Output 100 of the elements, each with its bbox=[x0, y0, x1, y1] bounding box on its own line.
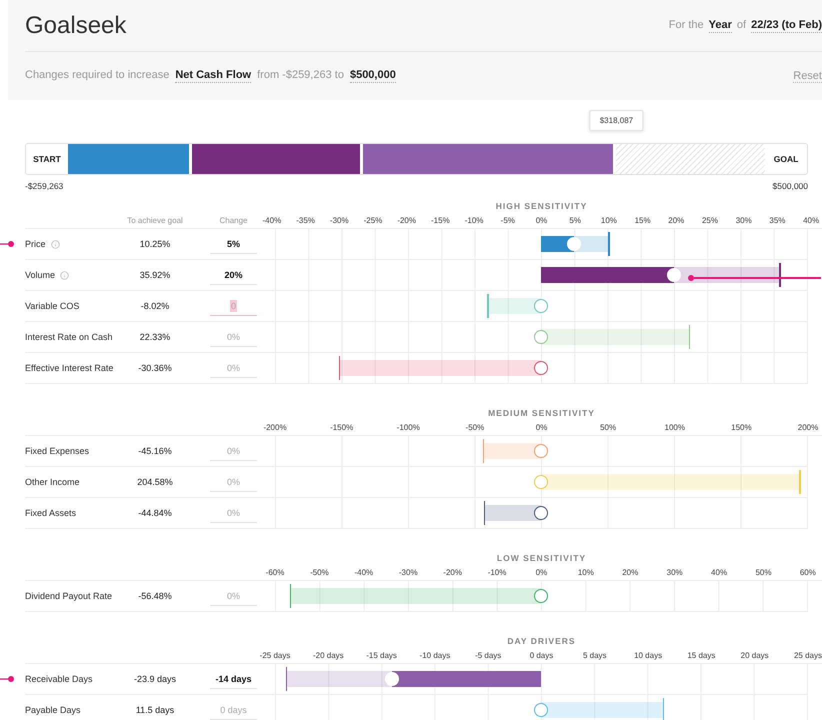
axis-tick-label: -30% bbox=[328, 216, 350, 225]
goal-range-bar bbox=[484, 442, 541, 458]
slider-handle[interactable] bbox=[534, 444, 548, 458]
axis-tick-label: 35% bbox=[768, 216, 786, 225]
axis-tick-label: -40% bbox=[262, 216, 282, 225]
axis-tick-label: 50% bbox=[599, 423, 618, 432]
axis-tick-label: -30% bbox=[398, 568, 419, 577]
axis-tick-label: 100% bbox=[664, 423, 686, 432]
axis-tick-label: 5 days bbox=[582, 651, 608, 660]
period-prefix: For the bbox=[668, 18, 704, 30]
axis-tick-label: 25% bbox=[700, 216, 719, 225]
row-label: Dividend Payout Rate bbox=[25, 591, 112, 601]
axis-tick-label: 0% bbox=[534, 423, 548, 432]
change-field[interactable]: 0 bbox=[210, 296, 257, 316]
row-label: Fixed Assets bbox=[25, 508, 76, 518]
info-icon[interactable] bbox=[50, 240, 60, 248]
axis-tick-label: 15 days bbox=[686, 651, 716, 660]
change-field[interactable]: 0% bbox=[210, 586, 257, 606]
goal-value: 22.33% bbox=[138, 332, 172, 342]
goal-value: -44.84% bbox=[137, 508, 173, 518]
change-field[interactable]: 0% bbox=[210, 504, 257, 522]
change-field[interactable]: 20% bbox=[210, 266, 257, 284]
slider-handle[interactable] bbox=[534, 588, 548, 602]
goal-value: -8.02% bbox=[140, 301, 170, 311]
period-value-dropdown[interactable]: 22/23 (to Feb) bbox=[751, 18, 822, 32]
goal-value: -45.16% bbox=[137, 446, 173, 456]
goal-value: 11.5 days bbox=[134, 705, 176, 715]
row-label: Payable Days bbox=[25, 705, 81, 715]
period-unit-dropdown[interactable]: Year bbox=[708, 18, 732, 32]
axis-tick-label: 40% bbox=[710, 568, 728, 577]
change-field[interactable]: 5% bbox=[210, 234, 257, 254]
axis-tick-label: 20% bbox=[667, 216, 686, 225]
start-value: -$259,263 bbox=[25, 181, 64, 191]
goal-value: 204.58% bbox=[136, 477, 174, 487]
goal-value: -56.48% bbox=[137, 591, 173, 601]
axis-tick-label: 15% bbox=[634, 216, 652, 225]
axis-tick-label: -25 days bbox=[258, 651, 292, 660]
axis-tick-label: -15% bbox=[430, 216, 451, 225]
section-title: LOW SENSITIVITY bbox=[496, 553, 588, 563]
page-title: Goalseek bbox=[25, 12, 126, 40]
info-icon[interactable] bbox=[60, 270, 70, 280]
section-title: HIGH SENSITIVITY bbox=[494, 201, 588, 211]
goal-value: -23.9 days bbox=[132, 674, 178, 684]
axis-tick-label: 20% bbox=[621, 568, 640, 577]
axis-tick-label: -25% bbox=[362, 216, 384, 225]
slider-handle[interactable] bbox=[534, 360, 548, 374]
change-field[interactable]: 0% bbox=[210, 328, 257, 346]
section-title: MEDIUM SENSITIVITY bbox=[487, 408, 596, 418]
axis-tick-label: 5% bbox=[568, 216, 582, 225]
axis-tick-label: -10% bbox=[486, 568, 508, 577]
metric-dropdown[interactable]: Net Cash Flow bbox=[175, 69, 252, 83]
row-label: Effective Interest Rate bbox=[25, 363, 114, 373]
axis-tick-label: -40% bbox=[353, 568, 374, 577]
row-label: Receivable Days bbox=[25, 674, 93, 684]
period-connector: of bbox=[736, 18, 746, 30]
axis-tick-label: 0% bbox=[534, 216, 548, 225]
axis-tick-label: 0 days bbox=[528, 651, 554, 660]
goal-range-bar bbox=[488, 298, 541, 314]
axis-tick-label: 30% bbox=[666, 568, 684, 577]
change-field[interactable]: 0 days bbox=[210, 700, 257, 720]
goal-value: 10.25% bbox=[138, 239, 172, 249]
change-field[interactable]: 0% bbox=[210, 358, 257, 378]
target-value-field[interactable]: $500,000 bbox=[350, 69, 396, 83]
section-title: DAY DRIVERS bbox=[506, 636, 577, 646]
axis-tick-label: -50% bbox=[464, 423, 486, 432]
axis-tick-label: -5 days bbox=[474, 651, 502, 660]
row-label: Variable COS bbox=[25, 301, 80, 311]
goal-value: 35.92% bbox=[138, 270, 172, 280]
axis-tick-label: -20% bbox=[442, 568, 463, 577]
goal-value: $500,000 bbox=[772, 181, 808, 191]
axis-tick-label: -100% bbox=[396, 423, 421, 432]
axis-tick-label: 60% bbox=[798, 568, 817, 577]
change-field[interactable]: -14 days bbox=[210, 670, 257, 688]
change-field[interactable]: 0% bbox=[210, 442, 257, 460]
slider-handle[interactable] bbox=[534, 702, 548, 716]
row-label: Fixed Expenses bbox=[25, 446, 90, 456]
column-header: Change bbox=[218, 216, 249, 225]
axis-tick-label: -60% bbox=[264, 568, 286, 577]
axis-tick-label: 20 days bbox=[740, 651, 770, 660]
axis-tick-label: -150% bbox=[329, 423, 354, 432]
axis-tick-label: 25 days bbox=[792, 651, 822, 660]
goal-range-text: from -$259,263 to bbox=[257, 69, 344, 81]
slider-handle[interactable] bbox=[534, 330, 548, 344]
axis-tick-label: 10 days bbox=[633, 651, 664, 660]
reset-link[interactable]: Reset bbox=[793, 70, 822, 82]
axis-tick-label: 40% bbox=[802, 216, 820, 225]
change-field[interactable]: 0% bbox=[210, 472, 257, 492]
goal-value: -30.36% bbox=[137, 363, 173, 373]
row-label: Interest Rate on Cash bbox=[25, 332, 113, 342]
axis-tick-label: 50% bbox=[754, 568, 772, 577]
axis-tick-label: 200% bbox=[796, 423, 820, 432]
axis-tick-label: 0% bbox=[534, 568, 548, 577]
row-label: Other Income bbox=[25, 477, 80, 487]
slider-handle[interactable] bbox=[534, 506, 548, 520]
slider-handle[interactable] bbox=[534, 298, 548, 312]
axis-tick-label: -15 days bbox=[365, 651, 398, 660]
column-header: To achieve goal bbox=[126, 216, 184, 225]
axis-tick-label: -10 days bbox=[418, 651, 452, 660]
axis-tick-label: -5% bbox=[500, 216, 516, 225]
value-tooltip: $318,087 bbox=[590, 110, 644, 131]
